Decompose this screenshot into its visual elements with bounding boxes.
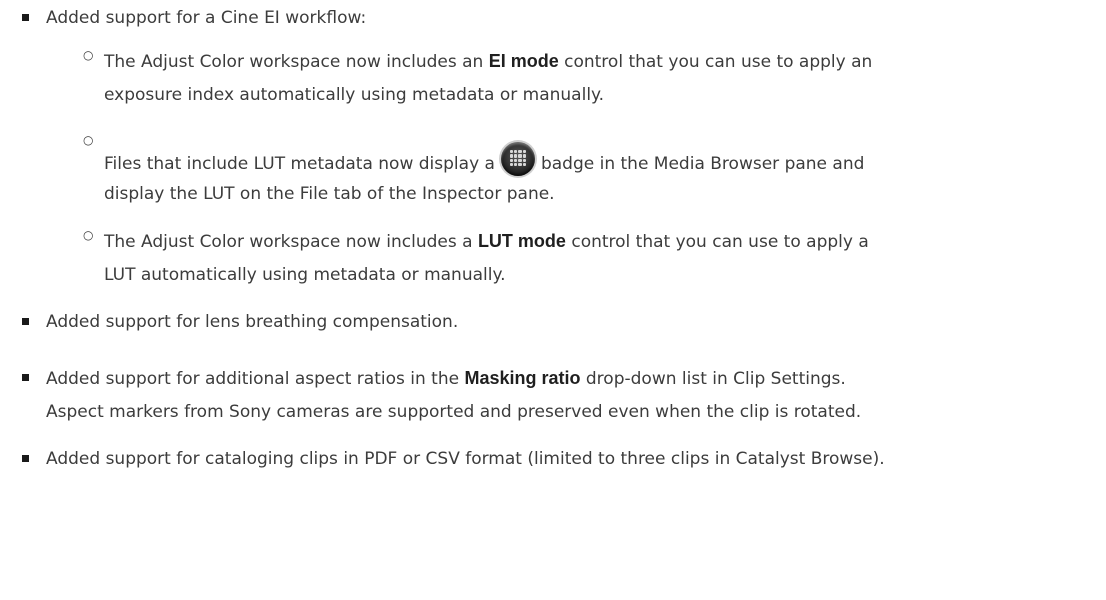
- ui-term: EI mode: [488, 51, 559, 71]
- bullet-circle-icon: ○: [83, 228, 94, 242]
- sublist-item-continued: display the LUT on the File tab of the I…: [104, 184, 555, 204]
- ui-term: Masking ratio: [464, 368, 581, 388]
- sublist-item: The Adjust Color workspace now includes …: [104, 45, 872, 79]
- list-item: Added support for lens breathing compens…: [46, 312, 459, 332]
- text: control that you can use to apply an: [558, 52, 873, 72]
- text: The Adjust Color workspace now includes …: [104, 52, 489, 72]
- bullet-square-icon: [22, 455, 29, 462]
- bullet-square-icon: [22, 374, 29, 381]
- bullet-circle-icon: ○: [83, 133, 94, 147]
- text: drop-down list in Clip Settings.: [580, 369, 846, 389]
- bullet-square-icon: [22, 318, 29, 325]
- bullet-square-icon: [22, 14, 29, 21]
- bullet-circle-icon: ○: [83, 48, 94, 62]
- list-item-continued: Aspect markers from Sony cameras are sup…: [46, 402, 862, 422]
- sublist-item: The Adjust Color workspace now includes …: [104, 225, 869, 259]
- lut-badge-icon: [500, 142, 535, 176]
- ui-term: LUT mode: [477, 231, 566, 251]
- text: The Adjust Color workspace now includes …: [104, 232, 478, 252]
- list-item: Added support for additional aspect rati…: [46, 362, 846, 396]
- text: badge in the Media Browser pane and: [540, 154, 865, 174]
- sublist-item-continued: LUT automatically using metadata or manu…: [104, 265, 506, 285]
- list-item: Added support for cataloging clips in PD…: [46, 449, 885, 469]
- text: control that you can use to apply a: [565, 232, 869, 252]
- list-item: Added support for a Cine EI workflow:: [46, 8, 367, 28]
- text: Files that include LUT metadata now disp…: [104, 154, 495, 174]
- text: Added support for additional aspect rati…: [46, 369, 465, 389]
- sublist-item: Files that include LUT metadata now disp…: [104, 142, 864, 181]
- sublist-item-continued: exposure index automatically using metad…: [104, 85, 605, 105]
